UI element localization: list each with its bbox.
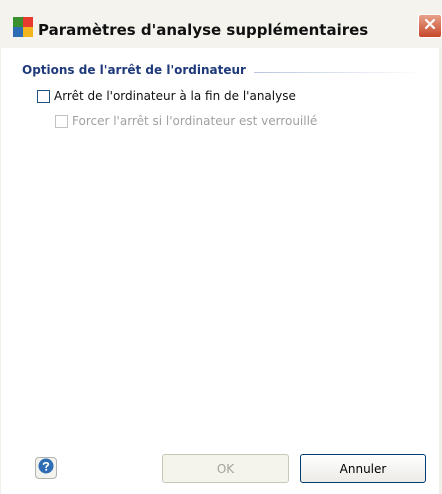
group-divider bbox=[254, 72, 424, 73]
avg-logo-icon bbox=[12, 16, 34, 38]
help-icon bbox=[38, 458, 54, 479]
dialog-window: Paramètres d'analyse supplémentaires Opt… bbox=[0, 0, 442, 494]
title-bar[interactable]: Paramètres d'analyse supplémentaires bbox=[0, 0, 442, 48]
shutdown-option-label: Arrêt de l'ordinateur à la fin de l'anal… bbox=[54, 89, 296, 103]
force-shutdown-option-label: Forcer l'arrêt si l'ordinateur est verro… bbox=[72, 114, 318, 128]
force-shutdown-checkbox bbox=[55, 114, 68, 128]
close-icon bbox=[423, 17, 437, 36]
close-button[interactable] bbox=[418, 14, 442, 38]
help-button[interactable] bbox=[35, 457, 57, 479]
group-title: Options de l'arrêt de l'ordinateur bbox=[22, 63, 246, 77]
shutdown-checkbox[interactable] bbox=[37, 89, 50, 103]
window-title: Paramètres d'analyse supplémentaires bbox=[38, 21, 369, 39]
force-shutdown-option: Forcer l'arrêt si l'ordinateur est verro… bbox=[55, 114, 317, 128]
cancel-button[interactable]: Annuler bbox=[300, 454, 426, 483]
shutdown-option[interactable]: Arrêt de l'ordinateur à la fin de l'anal… bbox=[37, 89, 296, 103]
ok-button[interactable]: OK bbox=[162, 454, 289, 483]
